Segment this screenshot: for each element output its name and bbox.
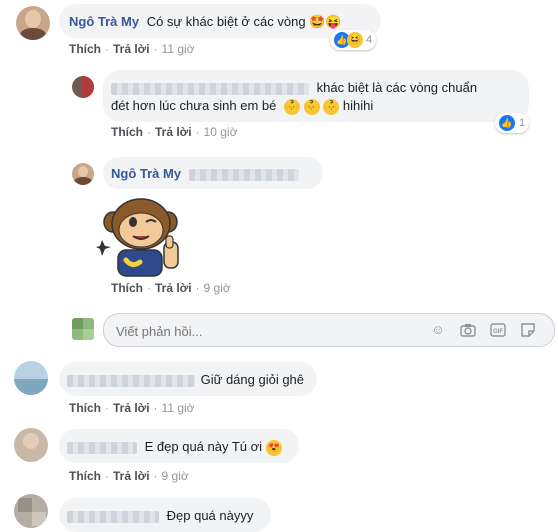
reply-button[interactable]: Trả lời — [113, 401, 150, 415]
blurred-name — [67, 441, 137, 454]
haha-icon: 😆 — [347, 32, 363, 48]
avatar[interactable] — [72, 163, 94, 185]
baby-emoji: 👶 — [323, 98, 340, 115]
reply-button[interactable]: Trả lời — [155, 125, 192, 139]
like-button[interactable]: Thích — [111, 125, 143, 139]
comment-text: hihihi — [342, 98, 374, 113]
svg-text:GIF: GIF — [493, 329, 503, 335]
monkey-sticker[interactable] — [96, 196, 188, 280]
blurred-text — [188, 168, 299, 181]
timestamp[interactable]: 9 giờ — [162, 469, 189, 483]
comment-actions: Thích · Trả lời · 9 giờ — [111, 281, 231, 295]
reply-button[interactable]: Trả lời — [113, 469, 150, 483]
like-button[interactable]: Thích — [69, 401, 101, 415]
comment-actions: Thích · Trả lời · 11 giờ — [69, 401, 195, 415]
commenter-name[interactable]: Ngô Trà My — [69, 14, 139, 29]
reaction-count[interactable]: 👍 😆 4 — [330, 30, 377, 50]
blurred-name — [111, 82, 309, 95]
comment-actions: Thích · Trả lời · 9 giờ — [69, 469, 189, 483]
avatar[interactable] — [72, 76, 94, 98]
reply-input[interactable] — [114, 320, 418, 342]
comment-bubble: E đẹp quá này Tú ơi 😍 — [59, 429, 299, 463]
avatar[interactable] — [16, 6, 50, 40]
emoji-icon[interactable]: ☺ — [430, 322, 446, 338]
comment-actions: Thích · Trả lời · 10 giờ — [111, 125, 238, 139]
like-button[interactable]: Thích — [69, 469, 101, 483]
blurred-name — [67, 374, 195, 387]
avatar[interactable] — [14, 361, 48, 395]
comment-actions: Thích · Trả lời · 11 giờ — [69, 42, 195, 56]
comment-bubble: khác biệt là các vòng chuẩn đét hơn lúc … — [103, 70, 529, 122]
like-button[interactable]: Thích — [69, 42, 101, 56]
baby-emoji: 👶 — [303, 98, 320, 115]
heart-eyes-emoji: 😍 — [265, 439, 282, 456]
comment-text: đét hơn lúc chưa sinh em bé — [111, 98, 277, 113]
timestamp[interactable]: 9 giờ — [204, 281, 231, 295]
baby-emoji: 👶 — [284, 98, 301, 115]
comment-text: Giữ dáng giỏi ghê — [200, 372, 305, 387]
comment-bubble: Giữ dáng giỏi ghê — [59, 362, 317, 396]
sticker-icon[interactable] — [520, 322, 536, 338]
timestamp[interactable]: 11 giờ — [162, 42, 195, 56]
gif-icon[interactable]: GIF — [490, 322, 506, 338]
reaction-count[interactable]: 👍 1 — [495, 113, 530, 133]
timestamp[interactable]: 10 giờ — [204, 125, 238, 139]
emoji: 🤩😝 — [309, 14, 342, 29]
timestamp[interactable]: 11 giờ — [162, 401, 195, 415]
like-button[interactable]: Thích — [111, 281, 143, 295]
comment-bubble: Ngô Trà My — [103, 157, 323, 189]
avatar[interactable] — [14, 494, 48, 528]
blurred-name — [67, 510, 159, 523]
reply-button[interactable]: Trả lời — [113, 42, 150, 56]
comment-text: Đẹp quá nàyyy — [166, 508, 254, 523]
comment-text: E đẹp quá này Tú ơi — [144, 439, 263, 454]
commenter-name[interactable]: Ngô Trà My — [111, 166, 181, 181]
avatar — [72, 318, 94, 340]
reply-button[interactable]: Trả lời — [155, 281, 192, 295]
comment-text: Có sự khác biệt ở các vòng — [146, 14, 306, 29]
comment-bubble: Đẹp quá nàyyy — [59, 498, 271, 532]
comment-text: khác biệt là các vòng chuẩn — [316, 80, 478, 95]
camera-icon[interactable] — [460, 322, 476, 338]
like-icon: 👍 — [499, 115, 515, 131]
reply-input-box[interactable]: ☺ GIF — [103, 313, 555, 347]
avatar[interactable] — [14, 428, 48, 462]
